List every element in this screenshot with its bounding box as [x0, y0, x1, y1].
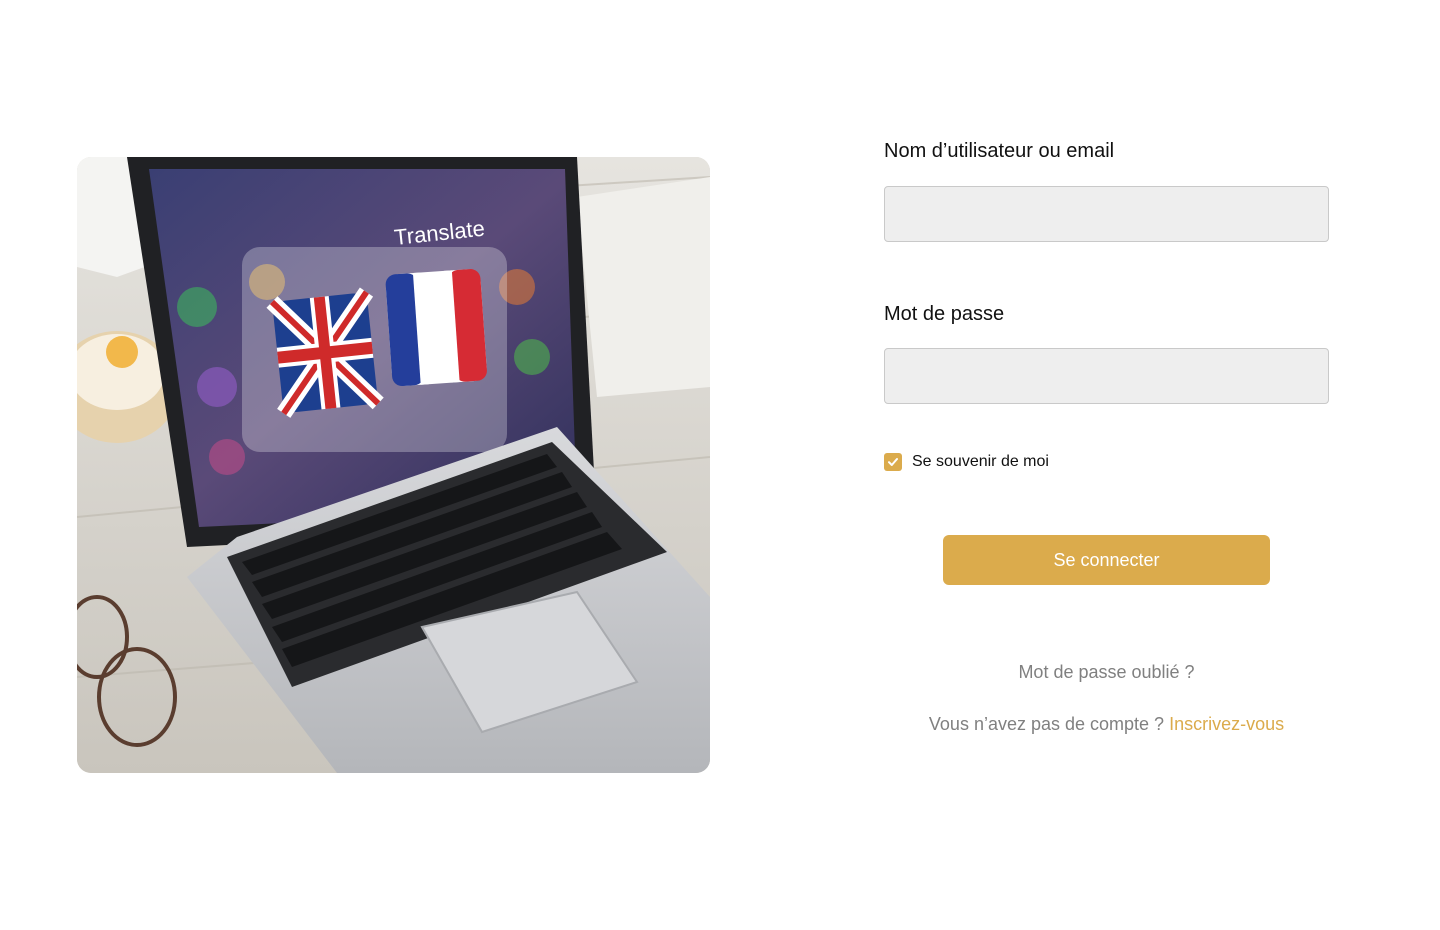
- login-page: Translate Nom d’utilisateur ou email Mot…: [0, 0, 1440, 930]
- signup-row: Vous n’avez pas de compte ? Inscrivez-vo…: [884, 714, 1329, 735]
- hero-illustration: Translate: [77, 157, 710, 773]
- remember-me-toggle[interactable]: Se souvenir de moi: [884, 453, 1049, 471]
- forgot-password-link[interactable]: Mot de passe oublié ?: [884, 662, 1329, 683]
- signup-link[interactable]: Inscrivez-vous: [1169, 714, 1284, 734]
- check-icon: [888, 458, 898, 466]
- password-label: Mot de passe: [884, 303, 1005, 325]
- login-button[interactable]: Se connecter: [943, 535, 1270, 585]
- password-input[interactable]: [884, 348, 1329, 404]
- remember-me-label: Se souvenir de moi: [912, 453, 1049, 470]
- signup-prompt: Vous n’avez pas de compte ?: [928, 714, 1170, 734]
- username-label: Nom d’utilisateur ou email: [884, 140, 1115, 162]
- username-input[interactable]: [884, 186, 1329, 242]
- laptop-illustration: Translate: [77, 157, 710, 773]
- remember-me-checkbox[interactable]: [884, 453, 902, 471]
